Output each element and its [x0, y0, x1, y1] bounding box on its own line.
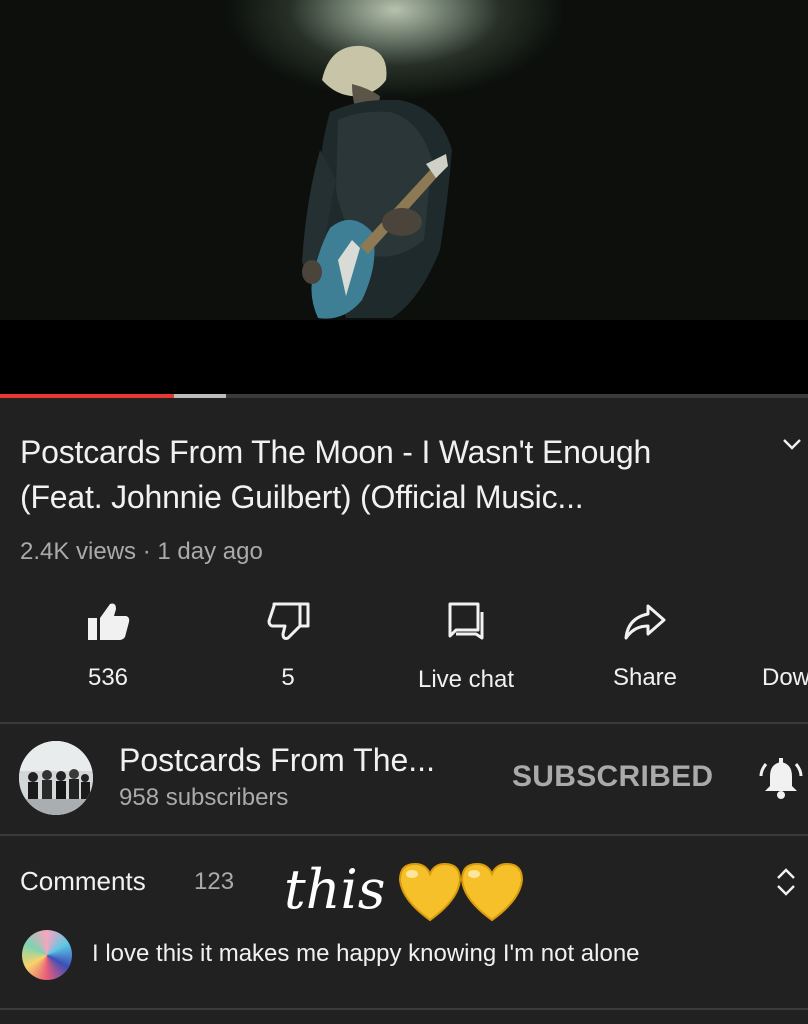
subscribed-button[interactable]: SUBSCRIBED [512, 760, 713, 794]
download-label: Dow [762, 664, 808, 691]
thumbs-down-icon [267, 602, 310, 640]
live-chat-button[interactable]: Live chat [396, 600, 536, 694]
played-bar [0, 394, 174, 398]
overlay-annotation-text: this [284, 858, 386, 921]
video-meta: 2.4K views · 1 day ago [20, 538, 263, 565]
guitarist-figure [302, 45, 452, 319]
video-progress-bar[interactable] [0, 394, 808, 398]
like-count: 536 [87, 664, 129, 691]
video-frame[interactable] [0, 0, 808, 320]
video-player[interactable] [0, 0, 808, 396]
live-chat-label: Live chat [417, 666, 515, 693]
download-button[interactable]: Dow [762, 600, 808, 692]
divider [0, 834, 808, 836]
chevron-down-icon[interactable] [780, 432, 804, 456]
channel-avatar[interactable] [19, 741, 93, 815]
divider [0, 722, 808, 724]
comment-text: I love this it makes me happy knowing I'… [92, 940, 640, 967]
divider [0, 1008, 808, 1010]
comments-count: 123 [194, 868, 235, 895]
yellow-heart-icons [398, 860, 528, 929]
share-label: Share [612, 664, 678, 691]
commenter-avatar[interactable] [22, 930, 72, 980]
download-icon [762, 600, 808, 642]
expand-collapse-icon[interactable] [774, 864, 798, 905]
comments-header[interactable]: Comments [20, 866, 146, 897]
channel-name[interactable]: Postcards From The... [119, 742, 435, 779]
subscriber-count: 958 subscribers [119, 784, 289, 811]
chat-icon [448, 602, 484, 640]
thumbs-up-icon [88, 603, 130, 640]
like-button[interactable]: 536 [38, 600, 178, 692]
video-title[interactable]: Postcards From The Moon - I Wasn't Enoug… [20, 430, 740, 520]
dislike-button[interactable]: 5 [218, 600, 358, 692]
bell-icon[interactable] [758, 756, 804, 807]
dislike-count: 5 [281, 664, 295, 691]
share-button[interactable]: Share [575, 600, 715, 692]
share-arrow-icon [624, 604, 666, 640]
